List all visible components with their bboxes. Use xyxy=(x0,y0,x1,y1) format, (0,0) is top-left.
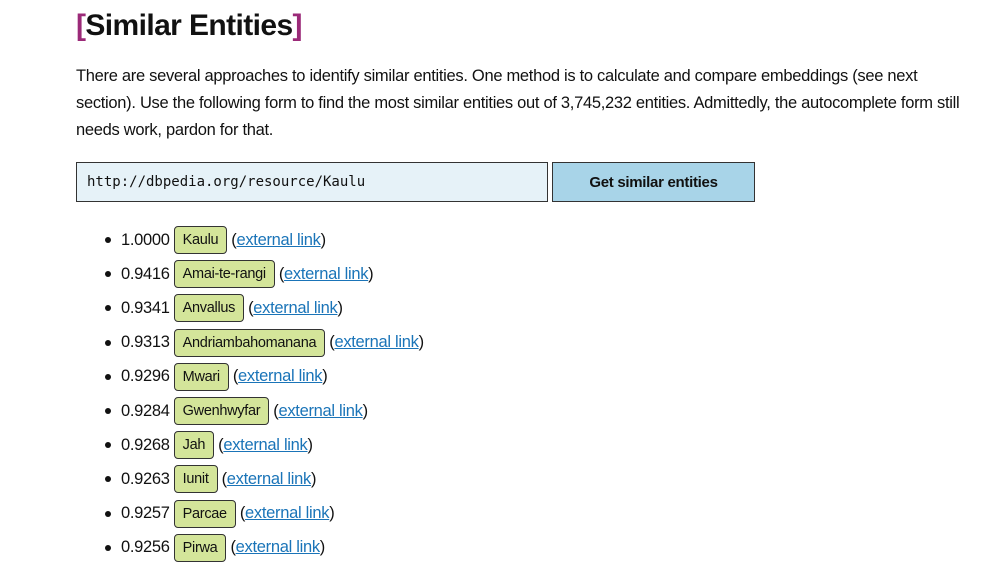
bullet-icon xyxy=(105,305,111,312)
paren-close: ) xyxy=(329,504,335,523)
external-link[interactable]: external link xyxy=(236,538,320,557)
similarity-score: 0.9341 xyxy=(121,298,170,317)
similarity-score: 0.9263 xyxy=(121,469,170,488)
paren-close: ) xyxy=(307,435,314,454)
similarity-score: 0.9416 xyxy=(121,264,170,283)
external-link[interactable]: external link xyxy=(245,504,329,523)
external-link[interactable]: external link xyxy=(223,436,307,455)
result-item: 0.9296 Mwari(external link) xyxy=(76,360,424,394)
title-bracket-close: ] xyxy=(292,9,303,42)
similarity-score: 0.9284 xyxy=(121,401,170,420)
bullet-icon xyxy=(105,476,111,483)
results-list: 1.0000 Kaulu(external link) 0.9416 Amai-te-… xyxy=(76,223,424,565)
bullet-icon xyxy=(105,373,111,380)
result-item: 0.9416 Amai-te-rangi(external link) xyxy=(76,257,424,291)
paren-close: ) xyxy=(319,538,326,557)
title-bracket-open: [ xyxy=(76,9,86,42)
paren-close: ) xyxy=(310,469,317,488)
result-item: 0.9263 Iunit(external link) xyxy=(76,462,424,496)
section-title-text: Similar Entities xyxy=(85,9,293,42)
entity-tag[interactable]: Mwari xyxy=(173,362,229,391)
entity-tag[interactable]: Pirwa xyxy=(173,533,227,562)
result-item: 0.9284 Gwenhwyfar(external link) xyxy=(76,394,424,428)
entity-tag[interactable]: Iunit xyxy=(173,465,218,494)
external-link[interactable]: external link xyxy=(227,470,311,489)
paren-close: ) xyxy=(322,367,328,386)
similarity-score: 0.9313 xyxy=(121,333,170,352)
paren-close: ) xyxy=(320,230,327,249)
paren-close: ) xyxy=(368,264,374,283)
bullet-icon xyxy=(105,408,111,415)
result-item: 0.9257 Parcae(external link) xyxy=(76,497,424,531)
external-link[interactable]: external link xyxy=(238,367,322,386)
paren-close: ) xyxy=(337,298,343,317)
bullet-icon xyxy=(105,237,111,244)
external-link[interactable]: external link xyxy=(253,299,337,318)
entity-tag[interactable]: Amai-te-rangi xyxy=(173,260,275,289)
similarity-score: 0.9256 xyxy=(121,538,170,557)
external-link[interactable]: external link xyxy=(236,231,320,250)
external-link[interactable]: external link xyxy=(284,265,368,284)
bullet-icon xyxy=(105,510,111,517)
similarity-score: 1.0000 xyxy=(121,230,170,249)
paren-close: ) xyxy=(362,401,369,420)
entity-tag[interactable]: Anvallus xyxy=(173,294,245,323)
result-item: 1.0000 Kaulu(external link) xyxy=(76,223,424,257)
bullet-icon xyxy=(105,442,111,449)
paren-close: ) xyxy=(418,333,425,352)
entity-tag[interactable]: Parcae xyxy=(173,499,236,528)
similarity-score: 0.9296 xyxy=(121,367,170,386)
intro-paragraph: There are several approaches to identify… xyxy=(76,67,960,139)
entity-uri-input[interactable] xyxy=(76,162,548,202)
entity-tag[interactable]: Kaulu xyxy=(173,226,228,255)
bullet-icon xyxy=(105,339,111,346)
entity-tag[interactable]: Andriambahomanana xyxy=(173,328,326,357)
entity-tag[interactable]: Gwenhwyfar xyxy=(173,397,270,426)
get-similar-entities-button[interactable]: Get similar entities xyxy=(552,162,755,202)
similar-entities-form: Get similar entities xyxy=(76,162,755,204)
similarity-score: 0.9257 xyxy=(121,504,170,523)
section-title: [Similar Entities] xyxy=(76,4,303,48)
result-item: 0.9341 Anvallus(external link) xyxy=(76,291,424,325)
result-item: 0.9313 Andriambahomanana(external link) xyxy=(76,326,424,360)
result-item: 0.9268 Jah(external link) xyxy=(76,428,424,462)
bullet-icon xyxy=(105,544,111,551)
result-item: 0.9256 Pirwa(external link) xyxy=(76,531,424,565)
bullet-icon xyxy=(105,271,111,278)
similarity-score: 0.9268 xyxy=(121,435,170,454)
external-link[interactable]: external link xyxy=(278,402,362,421)
entity-tag[interactable]: Jah xyxy=(173,431,215,460)
external-link[interactable]: external link xyxy=(334,333,418,352)
